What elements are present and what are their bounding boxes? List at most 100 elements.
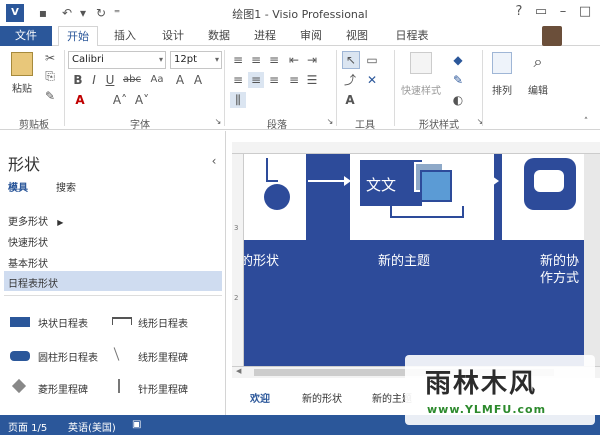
arrange-button[interactable]: 排列 bbox=[486, 52, 518, 102]
line-icon[interactable]: ✎ bbox=[450, 72, 466, 88]
connection-point-icon[interactable]: ✕ bbox=[364, 72, 380, 88]
macro-icon[interactable]: ▣ bbox=[132, 419, 141, 430]
chevron-down-icon: ▾ bbox=[214, 55, 219, 64]
drawing-page[interactable]: 文文 的形状 新的主题 新的协 作方式 bbox=[244, 154, 584, 366]
rectangle-tool-icon[interactable]: ▭ bbox=[364, 52, 380, 68]
scroll-left-icon[interactable]: ◀ bbox=[236, 367, 241, 375]
page-tab-new-shapes[interactable]: 新的形状 bbox=[302, 390, 342, 405]
underline-icon[interactable]: U bbox=[102, 72, 118, 88]
drawing-canvas[interactable]: 文文 的形状 新的主题 新的协 作方式 bbox=[244, 154, 600, 366]
tab-data[interactable]: 数据 bbox=[202, 26, 236, 46]
shape-label: 线形里程碑 bbox=[138, 353, 188, 364]
shapes-pane-title: 形状 bbox=[8, 155, 41, 174]
arrow-head-icon bbox=[492, 176, 499, 186]
justify-icon[interactable]: ≡ bbox=[286, 72, 302, 88]
language-indicator[interactable]: 英语(美国) bbox=[68, 419, 116, 434]
minimize-button[interactable]: – bbox=[552, 2, 574, 22]
italic-icon[interactable]: I bbox=[86, 72, 102, 88]
maximize-button[interactable]: □ bbox=[574, 2, 596, 22]
text-direction-icon[interactable]: ⫼ bbox=[230, 92, 246, 108]
effects-icon[interactable]: ◐ bbox=[450, 92, 466, 108]
align-middle-icon[interactable]: ≡ bbox=[248, 52, 264, 68]
fill-icon[interactable]: ◆ bbox=[450, 52, 466, 68]
collaboration-shape-box[interactable] bbox=[502, 154, 584, 240]
group-divider bbox=[394, 50, 395, 126]
align-left-icon[interactable]: ≡ bbox=[230, 72, 246, 88]
ribbon-display-icon[interactable]: ▭ bbox=[530, 2, 552, 22]
shape-styles-dialog-launcher-icon[interactable]: ↘ bbox=[472, 114, 488, 130]
cut-icon[interactable]: ✂ bbox=[42, 50, 58, 66]
shapes-pane: 形状 ‹ 模具 搜索 更多形状 ▶ 快速形状 基本形状 日程表形状 块状日程表 … bbox=[0, 131, 226, 415]
shape-label: 块状日程表 bbox=[38, 319, 88, 330]
pointer-tool-icon[interactable]: ↖ bbox=[342, 51, 360, 69]
vertical-ruler[interactable]: 3 2 bbox=[232, 154, 244, 366]
tab-insert[interactable]: 插入 bbox=[108, 26, 142, 46]
copy-icon[interactable]: ⎘ bbox=[42, 68, 58, 84]
align-bottom-icon[interactable]: ≡ bbox=[266, 52, 282, 68]
divider bbox=[4, 295, 222, 296]
group-divider bbox=[64, 50, 65, 126]
theme-square-front bbox=[420, 170, 452, 202]
quick-styles-button[interactable]: 快速样式 bbox=[398, 52, 444, 102]
tab-process[interactable]: 进程 bbox=[248, 26, 282, 46]
help-icon[interactable]: ? bbox=[508, 2, 530, 22]
tab-design[interactable]: 设计 bbox=[156, 26, 190, 46]
increase-indent-icon[interactable]: ⇥ bbox=[304, 52, 320, 68]
paste-button[interactable]: 粘贴 bbox=[6, 52, 38, 104]
cylinder-timeline-icon bbox=[10, 351, 30, 361]
format-painter-icon[interactable]: ✎ bbox=[42, 88, 58, 104]
page-tab-welcome[interactable]: 欢迎 bbox=[250, 390, 270, 405]
welcome-shape-box[interactable] bbox=[244, 154, 306, 240]
font-name-combo[interactable]: Calibri ▾ bbox=[68, 51, 166, 69]
collapse-pane-icon[interactable]: ‹ bbox=[206, 153, 222, 169]
shape-label: 菱形里程碑 bbox=[38, 385, 88, 396]
bullets-icon[interactable]: ☰ bbox=[304, 72, 320, 88]
page-indicator[interactable]: 页面 1/5 bbox=[8, 419, 47, 434]
timeline-shapes-item[interactable]: 日程表形状 bbox=[4, 271, 222, 291]
bold-icon[interactable]: B bbox=[70, 72, 86, 88]
strikethrough-icon[interactable]: abc bbox=[120, 72, 144, 88]
edit-button[interactable]: ⌕ 编辑 bbox=[522, 52, 554, 102]
canvas-label-collab-2: 作方式 bbox=[540, 271, 580, 286]
chat-bubble-icon bbox=[524, 158, 576, 210]
more-shapes-item[interactable]: 更多形状 ▶ bbox=[8, 213, 63, 228]
tab-file[interactable]: 文件 bbox=[0, 26, 52, 46]
font-size-combo[interactable]: 12pt ▾ bbox=[170, 51, 222, 69]
tab-home[interactable]: 开始 bbox=[58, 26, 98, 47]
text-tool-icon[interactable]: A bbox=[342, 92, 358, 108]
increase-font-icon[interactable]: A˄ bbox=[112, 92, 128, 108]
quick-shapes-item[interactable]: 快速形状 bbox=[8, 234, 48, 249]
basic-shapes-item[interactable]: 基本形状 bbox=[8, 255, 48, 270]
text-shape: 文文 bbox=[360, 160, 422, 206]
font-size-value: 12pt bbox=[174, 54, 197, 65]
theme-shape-box[interactable]: 文文 bbox=[350, 154, 494, 240]
connector-tool-icon[interactable]: ⤴ bbox=[342, 72, 358, 88]
connector-line bbox=[266, 158, 278, 182]
group-divider bbox=[336, 50, 337, 126]
tab-stencils[interactable]: 模具 bbox=[8, 179, 28, 194]
tab-search[interactable]: 搜索 bbox=[56, 179, 76, 194]
font-name-value: Calibri bbox=[72, 54, 104, 65]
avatar[interactable] bbox=[542, 26, 562, 46]
align-center-icon[interactable]: ≡ bbox=[248, 72, 264, 88]
align-right-icon[interactable]: ≡ bbox=[266, 72, 282, 88]
font-size-smaller-icon[interactable]: A bbox=[190, 72, 206, 88]
font-color-icon[interactable]: A bbox=[72, 92, 88, 108]
quick-styles-label: 快速样式 bbox=[401, 86, 441, 97]
tab-view[interactable]: 视图 bbox=[340, 26, 374, 46]
align-top-icon[interactable]: ≡ bbox=[230, 52, 246, 68]
quick-styles-icon bbox=[410, 52, 432, 74]
font-size-larger-icon[interactable]: A bbox=[172, 72, 188, 88]
line-milestone-icon bbox=[113, 347, 120, 361]
collapse-ribbon-icon[interactable]: ˄ bbox=[578, 114, 594, 130]
text-shape-label: 文文 bbox=[366, 176, 397, 194]
tab-schedule[interactable]: 日程表 bbox=[390, 26, 434, 46]
horizontal-ruler[interactable] bbox=[232, 142, 600, 154]
decrease-font-icon[interactable]: A˅ bbox=[134, 92, 150, 108]
tab-review[interactable]: 审阅 bbox=[294, 26, 328, 46]
decrease-indent-icon[interactable]: ⇤ bbox=[286, 52, 302, 68]
canvas-label-shapes: 的形状 bbox=[244, 254, 280, 269]
canvas-label-theme: 新的主题 bbox=[378, 254, 431, 269]
ribbon: 粘贴 ✂ ⎘ ✎ 剪贴板 Calibri ▾ 12pt ▾ B I U abc … bbox=[0, 46, 600, 131]
change-case-icon[interactable]: Aa bbox=[146, 72, 168, 88]
